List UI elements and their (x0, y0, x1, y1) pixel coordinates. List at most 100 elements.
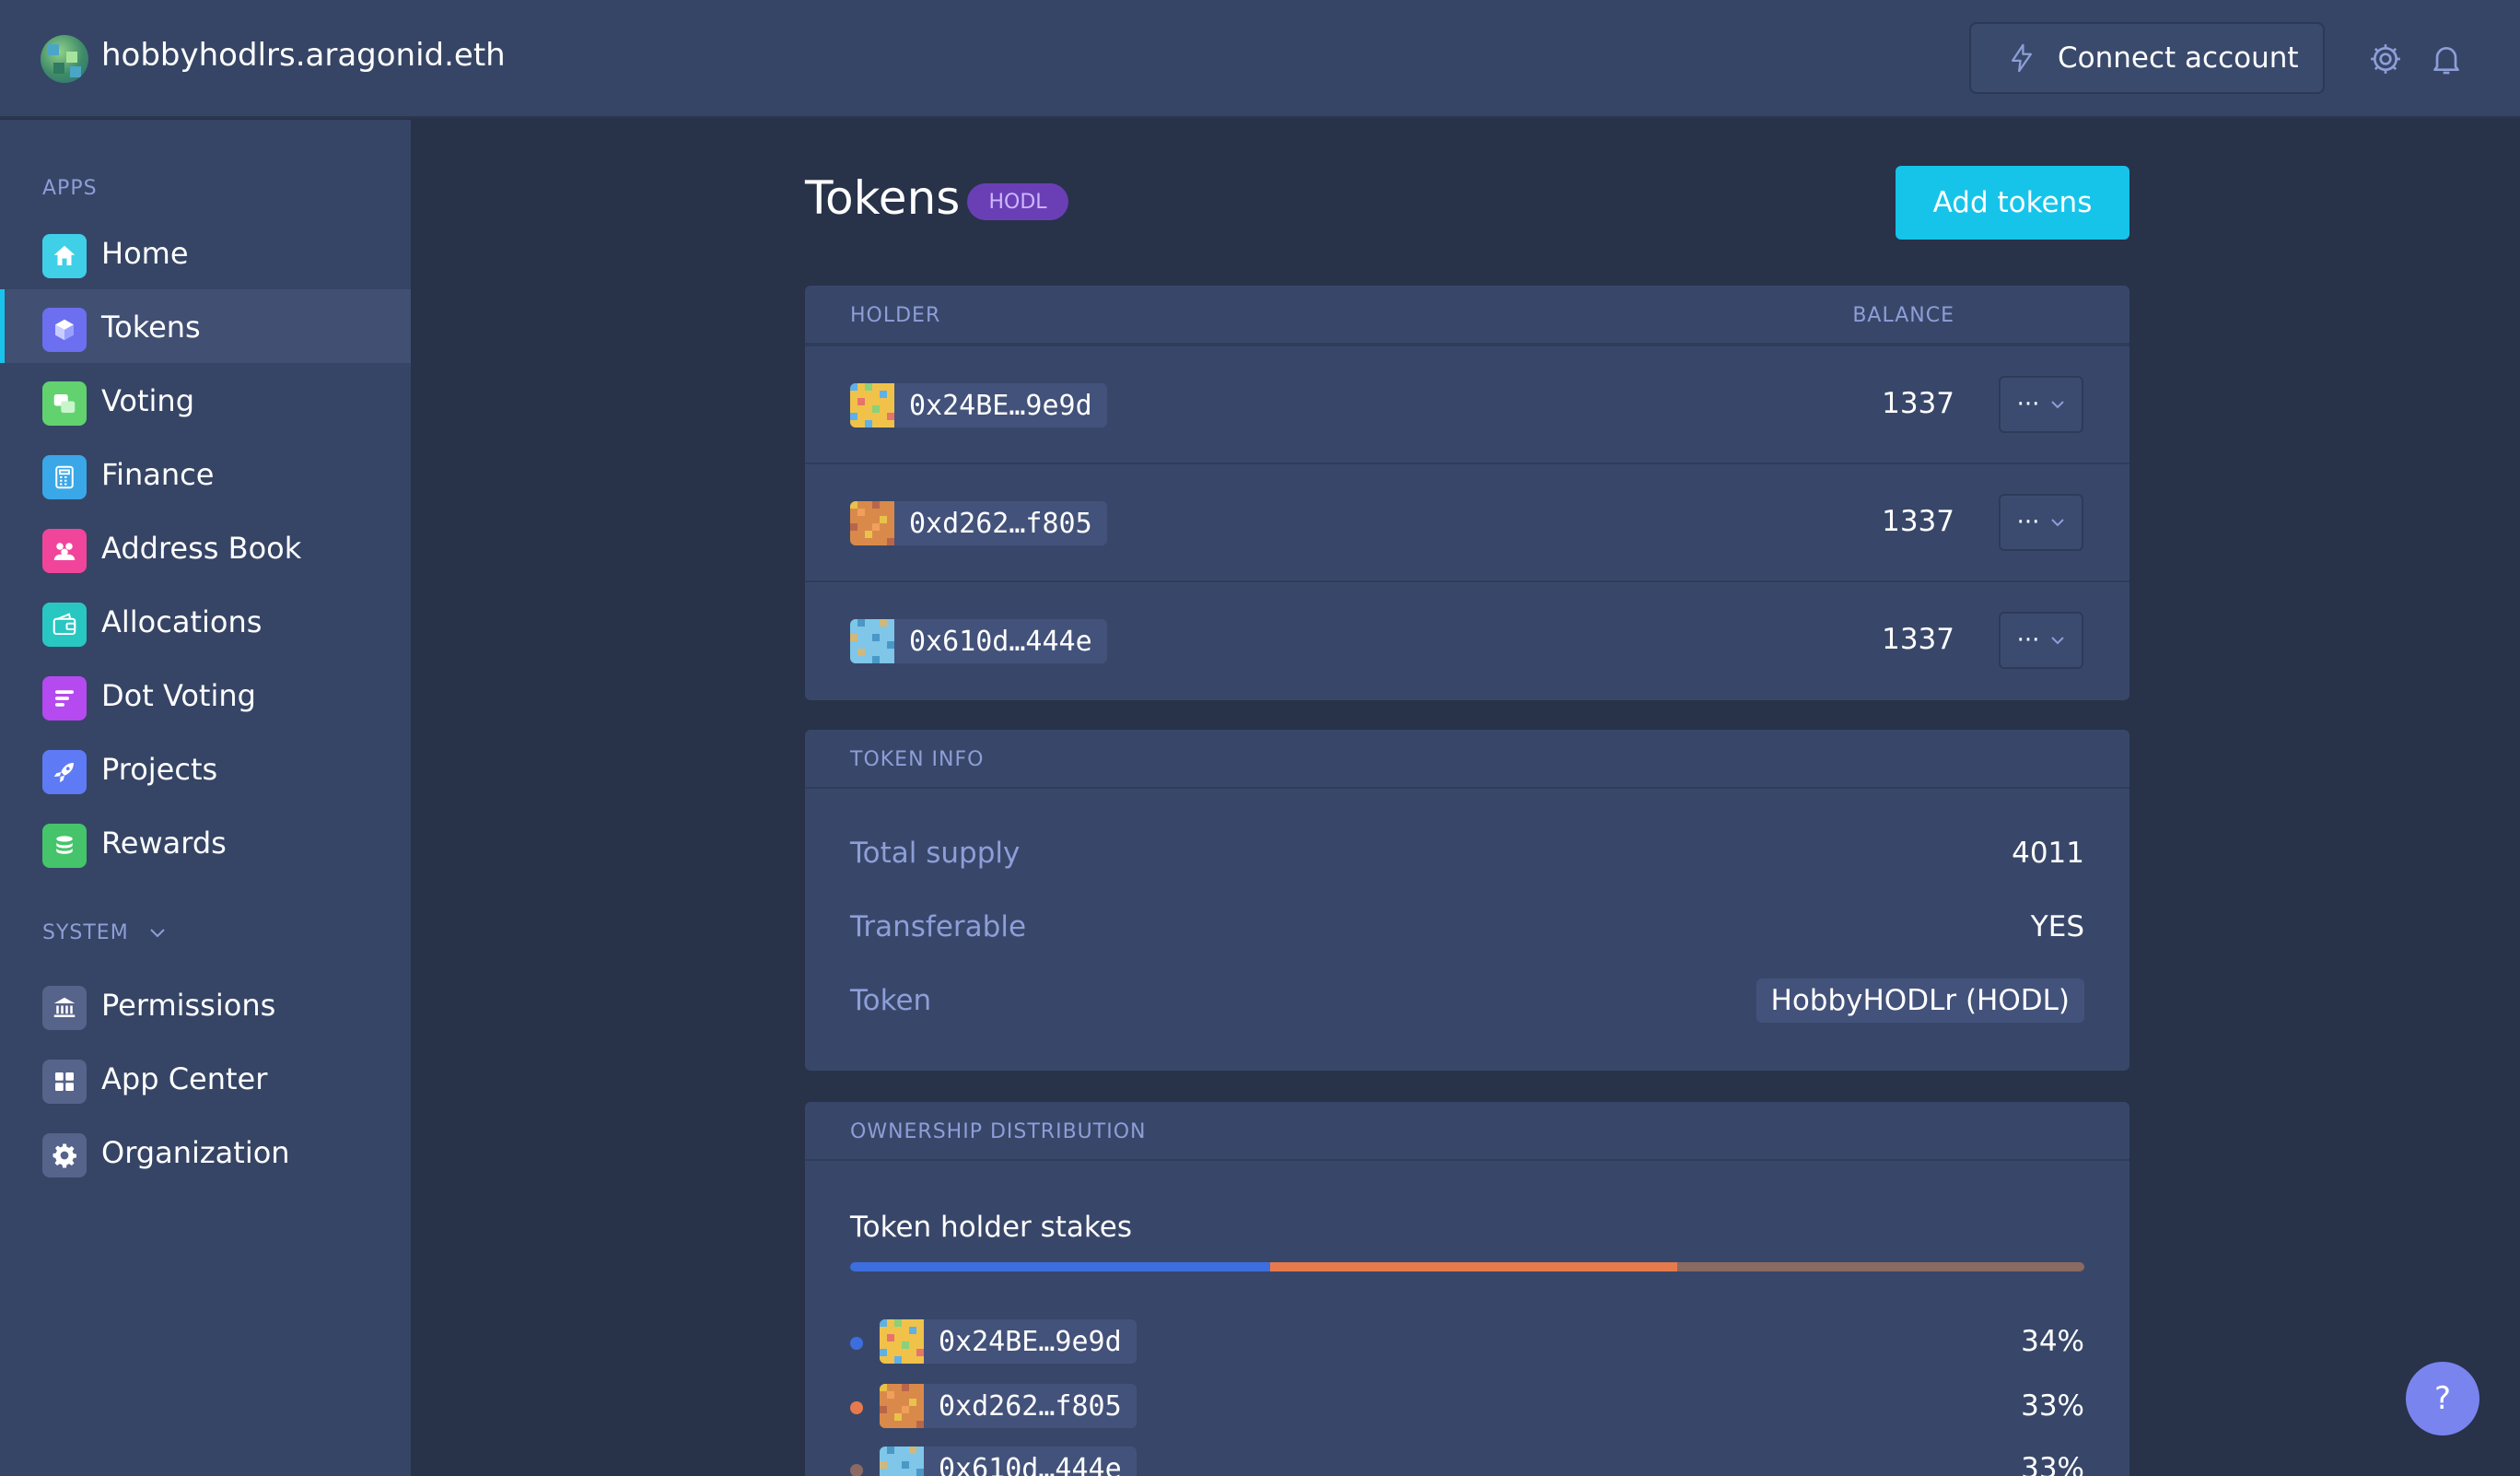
sidebar-item-allocations[interactable]: Allocations (0, 584, 411, 658)
home-icon (42, 234, 87, 278)
identicon (850, 619, 894, 663)
sidebar-item-label: Organization (101, 1135, 290, 1170)
lightning-icon (2011, 43, 2033, 73)
token-label: Token (850, 984, 932, 1017)
stake-percent: 34% (2021, 1325, 2084, 1358)
row-menu-button[interactable]: ··· (1999, 376, 2083, 433)
sidebar-item-label: Home (101, 236, 189, 271)
org-logo[interactable] (41, 35, 88, 83)
ellipsis-icon: ··· (2016, 509, 2040, 536)
row-menu-button[interactable]: ··· (1999, 612, 2083, 669)
token-info-panel: TOKEN INFO Total supply 4011 Transferabl… (805, 730, 2129, 1071)
address-text: 0xd262…f805 (909, 507, 1092, 540)
legend-dot (850, 1401, 863, 1414)
identicon (880, 1384, 924, 1428)
sidebar-item-label: Address Book (101, 531, 302, 566)
legend-dot (850, 1337, 863, 1350)
stake-distribution-bar (850, 1262, 2084, 1271)
connect-account-button[interactable]: Connect account (1969, 22, 2325, 94)
ellipsis-icon: ··· (2016, 627, 2040, 654)
chevron-down-icon (2051, 519, 2065, 527)
transferable-row: Transferable YES (850, 905, 2084, 949)
address-badge[interactable]: 0x610d…444e (880, 1447, 1137, 1476)
sidebar-item-voting[interactable]: Voting (0, 363, 411, 437)
transferable-value: YES (2030, 910, 2084, 943)
sidebar-item-tokens[interactable]: Tokens (0, 289, 411, 363)
address-badge[interactable]: 0x24BE…9e9d (850, 383, 1107, 428)
sidebar-item-permissions[interactable]: Permissions (0, 967, 411, 1041)
token-info-header: TOKEN INFO (805, 730, 2129, 789)
list-item: 0xd262…f805 33% (850, 1384, 2084, 1428)
identicon (850, 383, 894, 428)
gear-icon[interactable] (2367, 41, 2404, 77)
sidebar-item-label: Finance (101, 457, 215, 492)
connect-account-label: Connect account (2058, 41, 2299, 75)
sidebar-item-label: Allocations (101, 604, 262, 639)
balance-column-header: BALANCE (1852, 304, 1954, 327)
address-badge[interactable]: 0x610d…444e (850, 619, 1107, 663)
balance-value: 1337 (1882, 387, 1954, 420)
sidebar-item-label: Dot Voting (101, 678, 256, 713)
stakes-subtitle: Token holder stakes (850, 1211, 1133, 1244)
chevron-down-icon (2051, 401, 2065, 409)
sidebar-item-finance[interactable]: Finance (0, 437, 411, 510)
bell-icon[interactable] (2428, 41, 2465, 77)
system-section-toggle[interactable]: SYSTEM (42, 921, 166, 944)
sidebar-item-label: Permissions (101, 988, 276, 1023)
sidebar-item-address-book[interactable]: Address Book (0, 510, 411, 584)
address-badge[interactable]: 0x24BE…9e9d (880, 1319, 1137, 1364)
ellipsis-icon: ··· (2016, 391, 2040, 418)
ownership-distribution-panel: OWNERSHIP DISTRIBUTION Token holder stak… (805, 1102, 2129, 1476)
rocket-icon (42, 750, 87, 794)
sidebar-item-rewards[interactable]: Rewards (0, 805, 411, 879)
token-info-title: TOKEN INFO (850, 748, 985, 771)
bars-icon (42, 676, 87, 720)
address-badge[interactable]: 0xd262…f805 (880, 1384, 1137, 1428)
coins-icon (42, 824, 87, 868)
sidebar-item-label: Projects (101, 752, 218, 787)
token-badge[interactable]: HobbyHODLr (HODL) (1756, 978, 2084, 1023)
sidebar-item-dot-voting[interactable]: Dot Voting (0, 658, 411, 732)
table-row: 0xd262…f805 1337 ··· (805, 463, 2129, 580)
holder-column-header: HOLDER (850, 304, 941, 327)
address-text: 0x24BE…9e9d (939, 1325, 1122, 1358)
token-icon (42, 308, 87, 352)
people-icon (42, 529, 87, 573)
total-supply-row: Total supply 4011 (850, 831, 2084, 875)
calculator-icon (42, 455, 87, 499)
sidebar-item-label: Tokens (101, 310, 201, 345)
list-item: 0x610d…444e 33% (850, 1447, 2084, 1476)
table-row: 0x24BE…9e9d 1337 ··· (805, 345, 2129, 463)
list-item: 0x24BE…9e9d 34% (850, 1319, 2084, 1364)
help-button[interactable]: ? (2406, 1362, 2479, 1435)
balance-value: 1337 (1882, 505, 1954, 538)
sidebar-item-label: App Center (101, 1061, 268, 1096)
address-text: 0x24BE…9e9d (909, 389, 1092, 422)
ownership-distribution-title: OWNERSHIP DISTRIBUTION (850, 1120, 1147, 1143)
stake-bar-segment (1676, 1262, 2084, 1271)
system-section-label: SYSTEM (42, 921, 129, 944)
total-supply-value: 4011 (2012, 837, 2084, 870)
gear-icon (42, 1133, 87, 1177)
chevron-down-icon (149, 929, 165, 938)
sidebar-item-projects[interactable]: Projects (0, 732, 411, 805)
legend-dot (850, 1464, 863, 1476)
holders-table-header: HOLDER BALANCE (805, 286, 2129, 345)
address-text: 0x610d…444e (939, 1452, 1122, 1476)
sidebar-item-home[interactable]: Home (0, 216, 411, 289)
sidebar: APPS Home Tokens Voting Finance Address … (0, 120, 411, 1476)
page-title: Tokens (805, 171, 961, 225)
apps-section-label: APPS (42, 177, 98, 200)
org-name[interactable]: hobbyhodlrs.aragonid.eth (101, 37, 506, 74)
add-tokens-button[interactable]: Add tokens (1896, 166, 2129, 240)
identicon (880, 1319, 924, 1364)
table-row: 0x610d…444e 1337 ··· (805, 580, 2129, 698)
address-text: 0xd262…f805 (939, 1389, 1122, 1423)
sidebar-item-organization[interactable]: Organization (0, 1115, 411, 1189)
address-badge[interactable]: 0xd262…f805 (850, 501, 1107, 545)
row-menu-button[interactable]: ··· (1999, 494, 2083, 551)
balance-value: 1337 (1882, 623, 1954, 656)
stake-percent: 33% (2021, 1389, 2084, 1423)
wallet-icon (42, 603, 87, 647)
sidebar-item-app-center[interactable]: App Center (0, 1041, 411, 1115)
